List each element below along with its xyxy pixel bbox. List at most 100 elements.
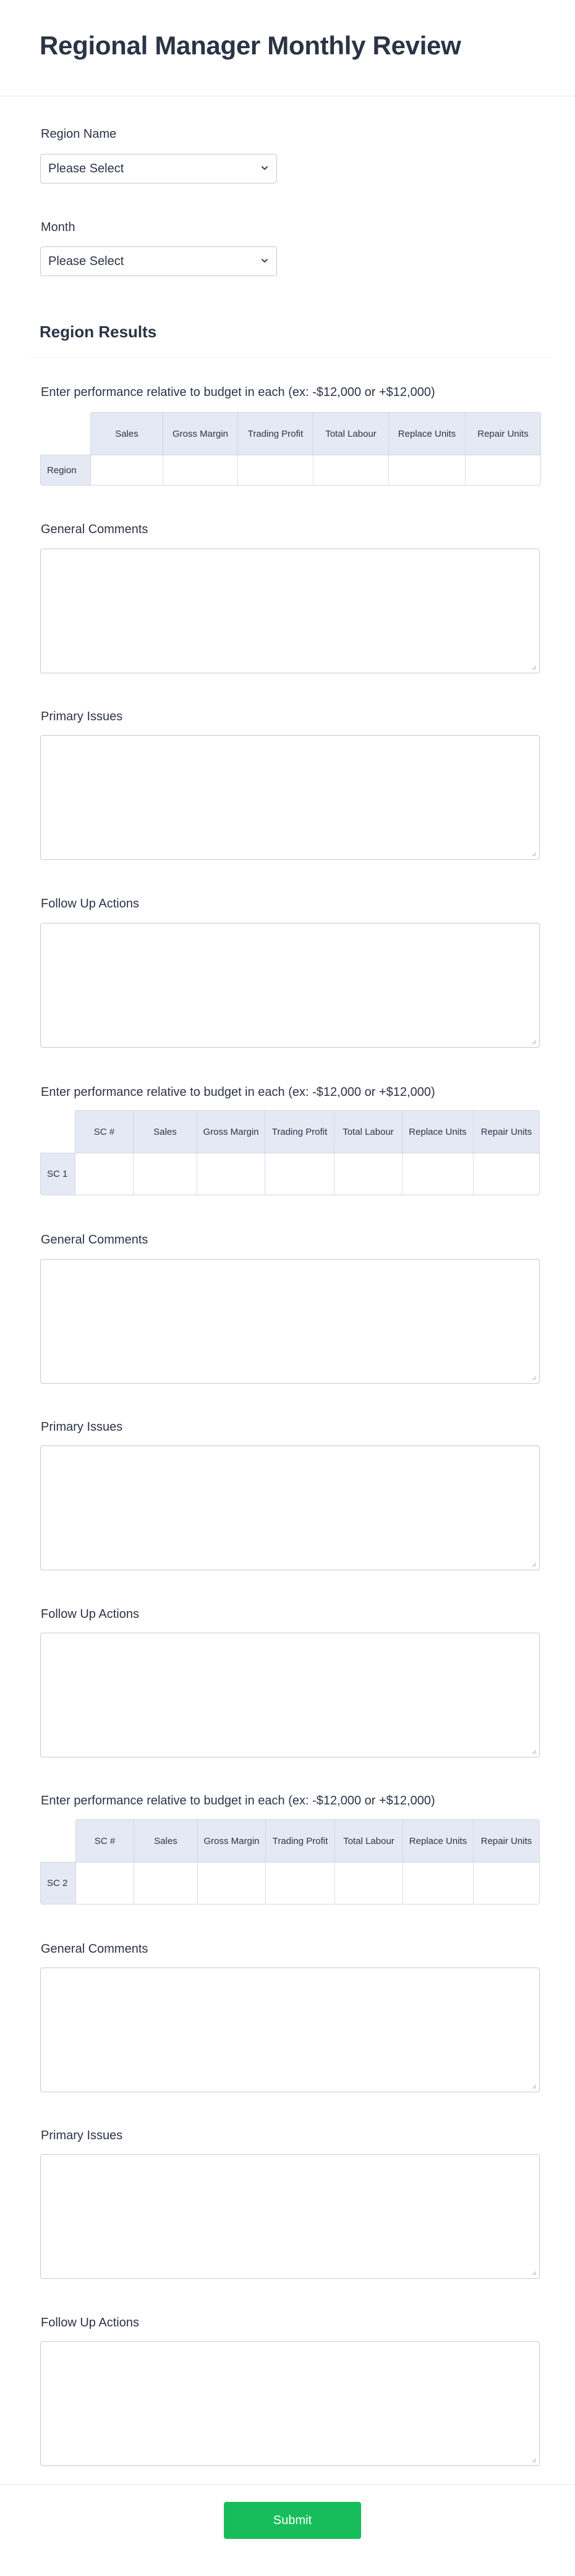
- matrix-cell: [163, 455, 237, 485]
- follow-up-actions-field: [40, 2341, 540, 2466]
- matrix-cell-input[interactable]: [265, 1153, 334, 1195]
- matrix-cell: [265, 1153, 334, 1195]
- resize-grip-icon[interactable]: [531, 851, 537, 857]
- general-comments-field: [40, 1968, 540, 2092]
- matrix-column-header: Sales: [134, 1820, 197, 1862]
- matrix-cell-input[interactable]: [335, 1863, 402, 1904]
- general-comments-label: General Comments: [41, 1942, 148, 1956]
- month-select[interactable]: Please Select: [40, 246, 277, 276]
- resize-grip-icon[interactable]: [531, 1375, 537, 1381]
- follow-up-actions-textarea[interactable]: [41, 1633, 539, 1757]
- general-comments-textarea[interactable]: [41, 1260, 539, 1383]
- primary-issues-textarea[interactable]: [41, 1446, 539, 1570]
- matrix-row-header: Region: [40, 455, 90, 486]
- matrix-row-header: SC 1: [40, 1153, 75, 1195]
- general-comments-field: [40, 549, 540, 673]
- follow-up-actions-textarea[interactable]: [41, 924, 539, 1047]
- performance-matrix: Sales Gross Margin Trading Profit Total Lab…: [40, 412, 541, 486]
- matrix-cell-input[interactable]: [76, 1863, 134, 1904]
- matrix-cell-input[interactable]: [474, 1153, 539, 1195]
- matrix-cell: [313, 455, 388, 485]
- footer-divider: [0, 2484, 575, 2485]
- matrix-column-header: Gross Margin: [197, 1111, 265, 1153]
- matrix-column-header: Trading Profit: [237, 413, 313, 455]
- performance-matrix: SC # Sales Gross Margin Trading Profit Total…: [40, 1110, 540, 1195]
- primary-issues-field: [40, 735, 540, 860]
- follow-up-actions-textarea[interactable]: [41, 2342, 539, 2465]
- general-comments-textarea[interactable]: [41, 549, 539, 673]
- matrix-column-header: Total Labour: [334, 1111, 402, 1153]
- matrix-cell: [91, 455, 163, 485]
- primary-issues-field: [40, 1446, 540, 1570]
- matrix-cell: [334, 1863, 402, 1904]
- budget-instruction: Enter performance relative to budget in …: [41, 1085, 435, 1099]
- matrix-cell-input[interactable]: [313, 455, 388, 485]
- matrix-cell: [197, 1863, 265, 1904]
- matrix-cell: [133, 1153, 197, 1195]
- chevron-down-icon: [262, 166, 268, 170]
- matrix-cell: [334, 1153, 402, 1195]
- region-name-label: Region Name: [41, 127, 117, 141]
- performance-matrix: SC # Sales Gross Margin Trading Profit Total…: [40, 1819, 540, 1905]
- matrix-cell: [237, 455, 313, 485]
- matrix-column-header: SC #: [94, 1835, 116, 1846]
- matrix-cell-input[interactable]: [75, 1153, 133, 1195]
- matrix-cell-input[interactable]: [474, 1863, 539, 1904]
- matrix-cell-input[interactable]: [402, 1153, 473, 1195]
- matrix-column-header: Repair Units: [473, 1820, 539, 1862]
- matrix-cell: [473, 1153, 539, 1195]
- matrix-cell-input[interactable]: [91, 455, 163, 485]
- primary-issues-label: Primary Issues: [41, 710, 123, 723]
- matrix-cell: [473, 1863, 539, 1904]
- general-comments-field: [40, 1259, 540, 1384]
- matrix-cell-input[interactable]: [334, 1153, 402, 1195]
- submit-button[interactable]: Submit: [224, 2502, 361, 2539]
- resize-grip-icon[interactable]: [531, 2270, 537, 2276]
- matrix-header-row: Sales Gross Margin Trading Profit Total Lab…: [90, 412, 541, 455]
- matrix-cell: [465, 455, 540, 485]
- matrix-row: [75, 1862, 540, 1905]
- matrix-column-header: Replace Units: [388, 413, 465, 455]
- matrix-cell: [265, 1863, 334, 1904]
- resize-grip-icon[interactable]: [531, 1562, 537, 1567]
- month-value: Please Select: [48, 255, 124, 268]
- matrix-cell-input[interactable]: [198, 1863, 265, 1904]
- follow-up-actions-field: [40, 1633, 540, 1757]
- month-label: Month: [41, 221, 75, 234]
- matrix-cell-input[interactable]: [197, 1153, 265, 1195]
- resize-grip-icon[interactable]: [531, 1749, 537, 1754]
- resize-grip-icon[interactable]: [531, 1039, 537, 1045]
- budget-instruction: Enter performance relative to budget in …: [41, 385, 435, 399]
- primary-issues-field: [40, 2154, 540, 2279]
- matrix-cell-input[interactable]: [163, 455, 237, 485]
- matrix-cell-input[interactable]: [403, 1863, 473, 1904]
- matrix-cell-input[interactable]: [466, 455, 540, 485]
- matrix-column-header: Repair Units: [473, 1111, 539, 1153]
- primary-issues-textarea[interactable]: [41, 2155, 539, 2278]
- matrix-cell: [402, 1863, 473, 1904]
- matrix-cell-input[interactable]: [134, 1153, 197, 1195]
- matrix-column-header: Repair Units: [465, 413, 540, 455]
- section-divider: [29, 357, 552, 358]
- matrix-cell-input[interactable]: [238, 455, 313, 485]
- matrix-column-header: Gross Margin: [163, 413, 237, 455]
- matrix-cell: [388, 455, 465, 485]
- region-name-select[interactable]: Please Select: [40, 154, 277, 183]
- resize-grip-icon[interactable]: [531, 2084, 537, 2089]
- resize-grip-icon[interactable]: [531, 2457, 537, 2463]
- follow-up-actions-label: Follow Up Actions: [41, 1607, 139, 1621]
- primary-issues-textarea[interactable]: [41, 736, 539, 859]
- matrix-column-header: Trading Profit: [265, 1820, 334, 1862]
- chevron-down-icon: [262, 259, 268, 263]
- resize-grip-icon[interactable]: [531, 665, 537, 670]
- primary-issues-label: Primary Issues: [41, 2129, 123, 2142]
- matrix-column-header: Sales: [133, 1111, 197, 1153]
- matrix-row: [90, 455, 541, 486]
- matrix-cell: [75, 1153, 133, 1195]
- matrix-cell-input[interactable]: [389, 455, 465, 485]
- matrix-cell-input[interactable]: [266, 1863, 334, 1904]
- matrix-cell: [76, 1863, 134, 1904]
- general-comments-textarea[interactable]: [41, 1968, 539, 2092]
- matrix-cell-input[interactable]: [134, 1863, 197, 1904]
- matrix-header-row: SC # Sales Gross Margin Trading Profit Total…: [75, 1819, 540, 1862]
